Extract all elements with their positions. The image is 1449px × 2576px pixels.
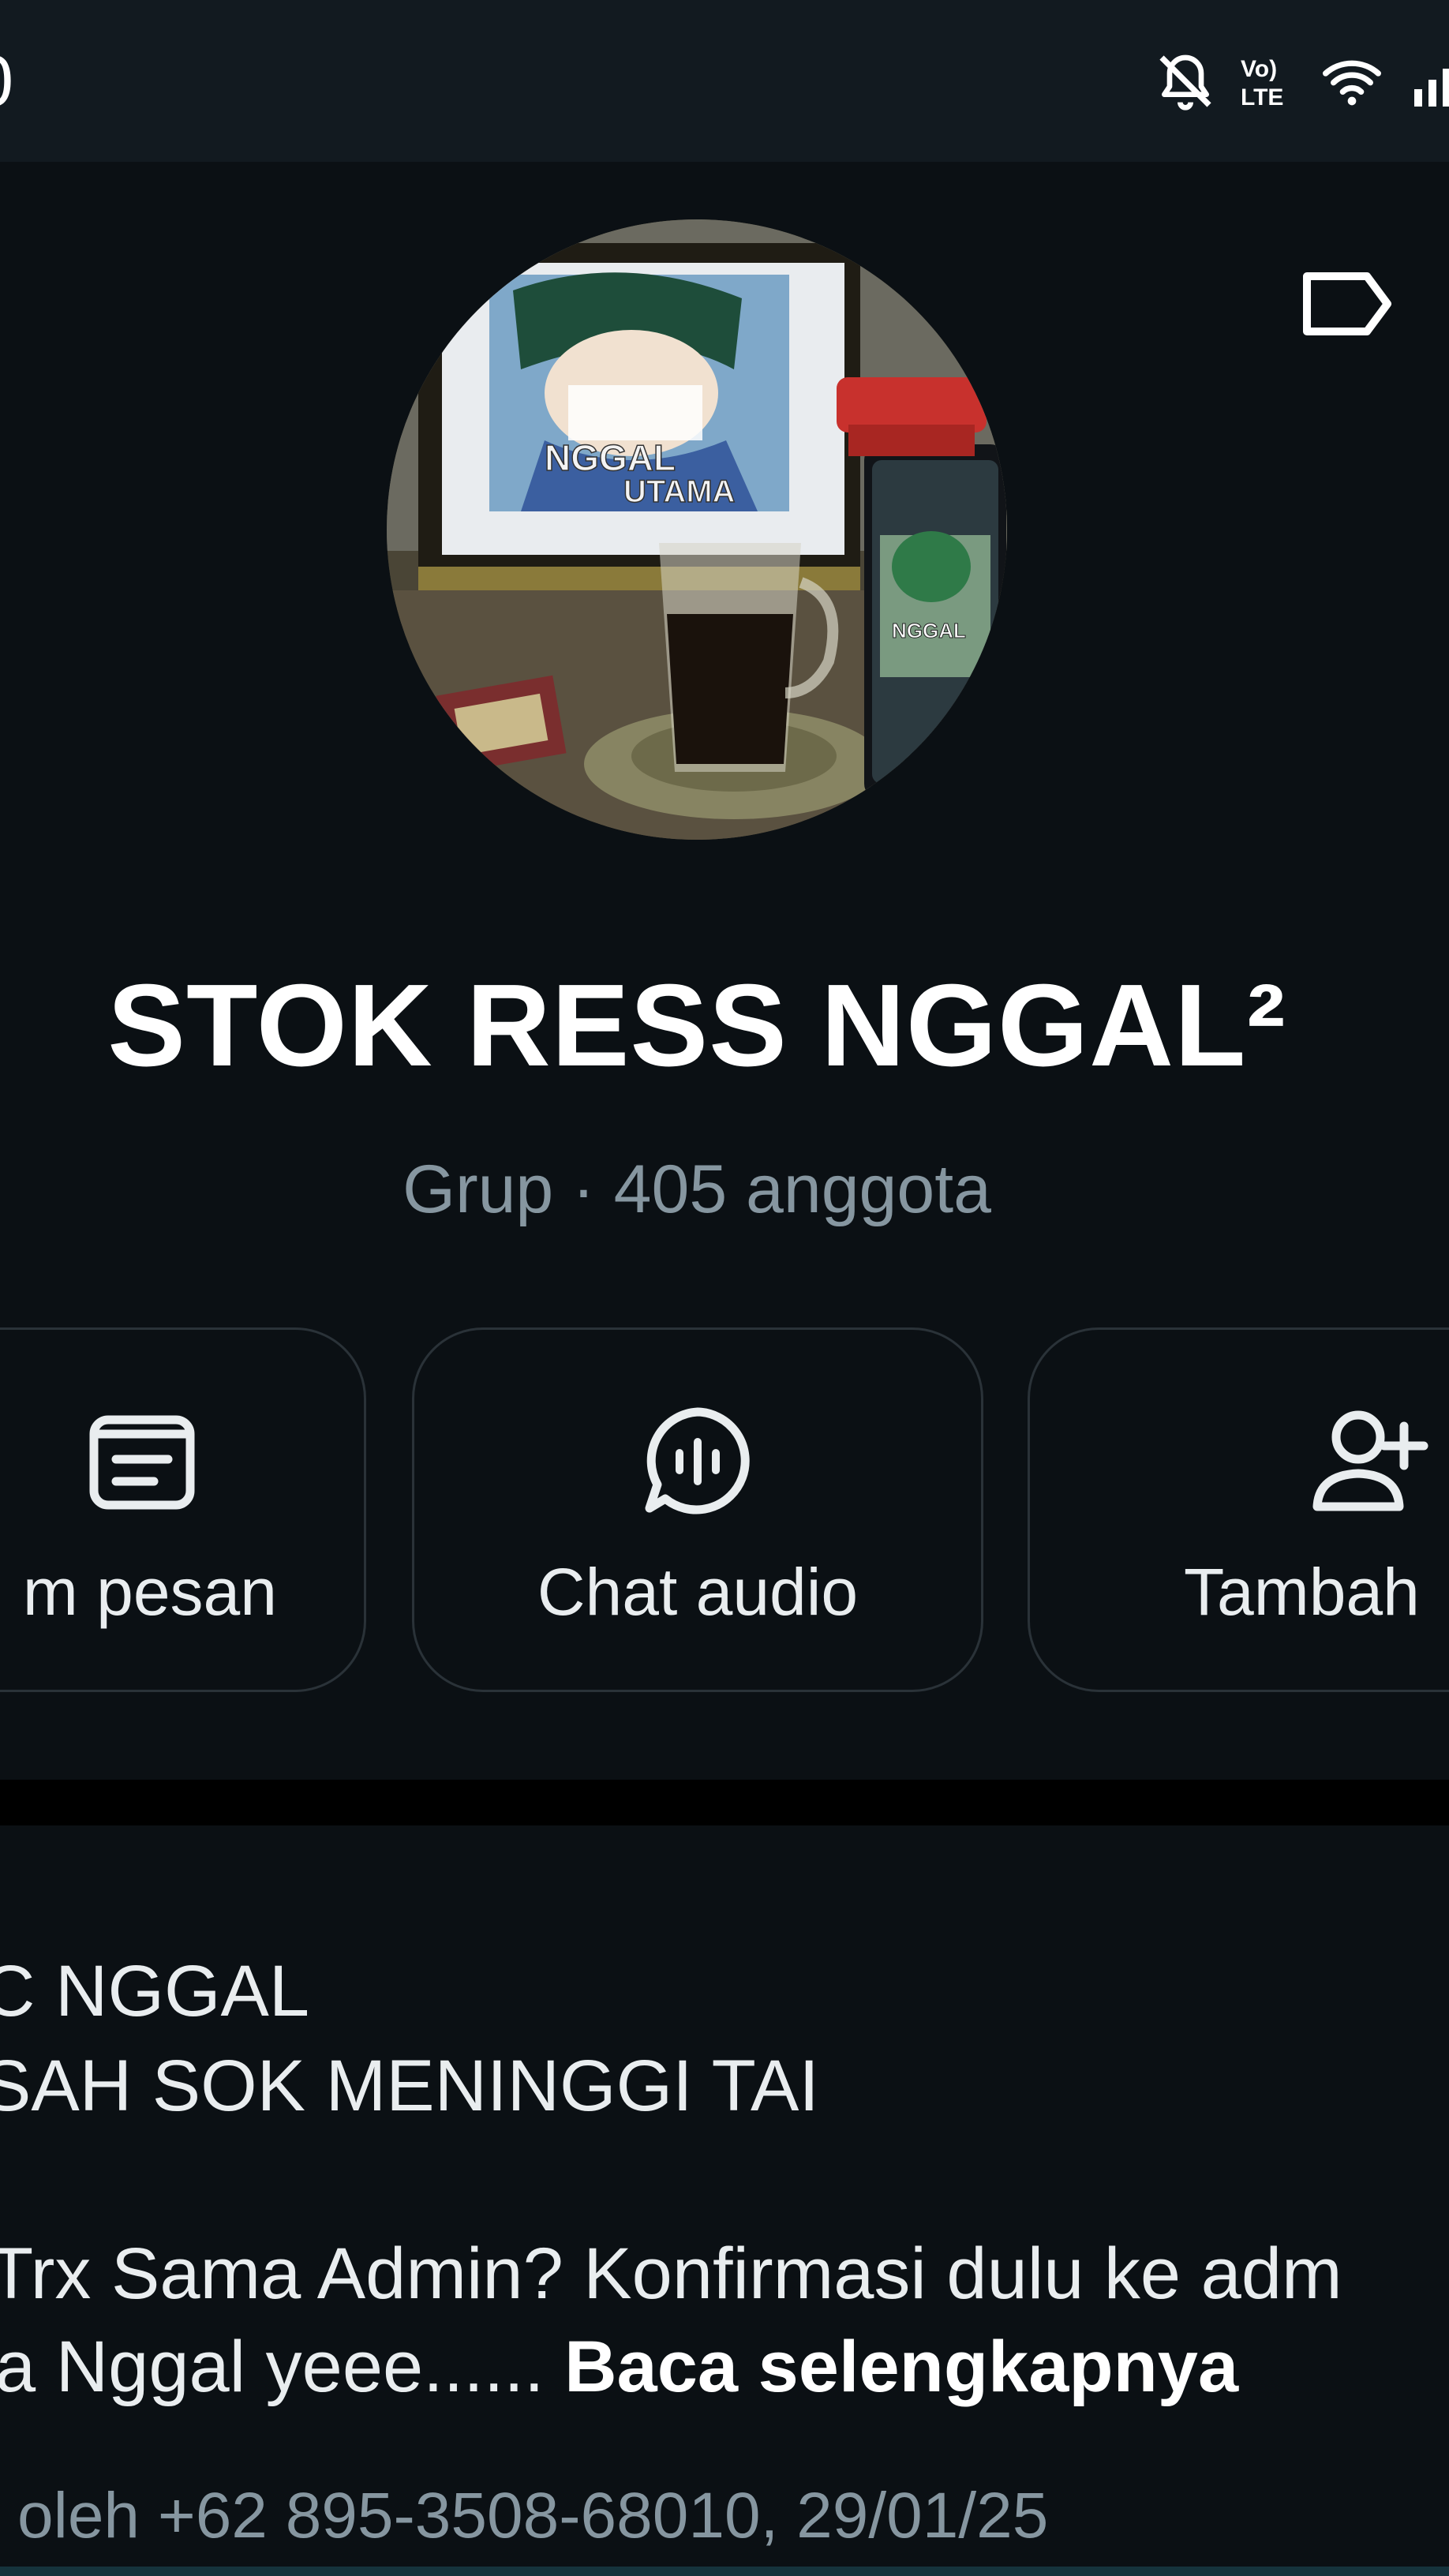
audio-chat-label: Chat audio	[537, 1555, 859, 1629]
audio-chat-button[interactable]: Chat audio	[412, 1327, 983, 1692]
description-line-1: C NGGAL	[0, 1951, 310, 2031]
message-search-icon	[89, 1415, 195, 1510]
bell-off-icon	[1159, 54, 1211, 110]
signal-icon	[1414, 69, 1449, 107]
add-member-button[interactable]: Tambah	[1028, 1327, 1449, 1692]
read-more-link[interactable]: Baca selengkapnya	[564, 2327, 1238, 2407]
search-messages-button[interactable]: m pesan	[0, 1327, 366, 1692]
status-bar: 0 Vo) LTE	[0, 0, 1449, 162]
description-line-3: Trx Sama Admin? Konfirmasi dulu ke adm	[0, 2233, 1342, 2314]
group-info-screen: 0 Vo) LTE	[0, 0, 1449, 2576]
group-avatar-photo: NGGAL UTAMA NGGAL	[387, 219, 1007, 840]
group-avatar[interactable]: NGGAL UTAMA NGGAL	[387, 219, 1007, 840]
audio-chat-icon	[645, 1407, 750, 1515]
avatar-phone-text: NGGAL	[892, 619, 966, 642]
wifi-icon	[1323, 60, 1381, 106]
add-person-icon	[1312, 1410, 1428, 1511]
status-icons: Vo) LTE	[1154, 46, 1449, 117]
group-description[interactable]	[0, 1825, 1449, 2576]
description-line-4: a Nggal yeee...... Baca selengkapnya	[0, 2323, 1238, 2410]
avatar-poster-text-1: NGGAL	[545, 437, 676, 478]
description-meta: oleh +62 895-3508-68010, 29/01/25	[17, 2480, 1049, 2552]
status-time: 0	[0, 38, 13, 125]
volte-icon: Vo) LTE	[1241, 56, 1283, 110]
bottom-edge-bar	[0, 2567, 1449, 2576]
group-name: STOK RESS NGGAL²	[107, 960, 1286, 1091]
volte-text-bottom: LTE	[1241, 84, 1283, 110]
label-tag-icon[interactable]	[1294, 260, 1397, 347]
group-subtitle[interactable]: Grup · 405 anggota	[0, 1146, 1394, 1233]
avatar-poster-text-2: UTAMA	[623, 474, 735, 509]
volte-text-top: Vo)	[1241, 56, 1277, 82]
description-line-4-text: a Nggal yeee......	[0, 2327, 545, 2407]
description-line-2: SAH SOK MENINGGI TAI	[0, 2046, 819, 2126]
search-messages-label: m pesan	[22, 1555, 277, 1629]
add-member-label: Tambah	[1184, 1555, 1420, 1629]
section-divider	[0, 1780, 1449, 1825]
